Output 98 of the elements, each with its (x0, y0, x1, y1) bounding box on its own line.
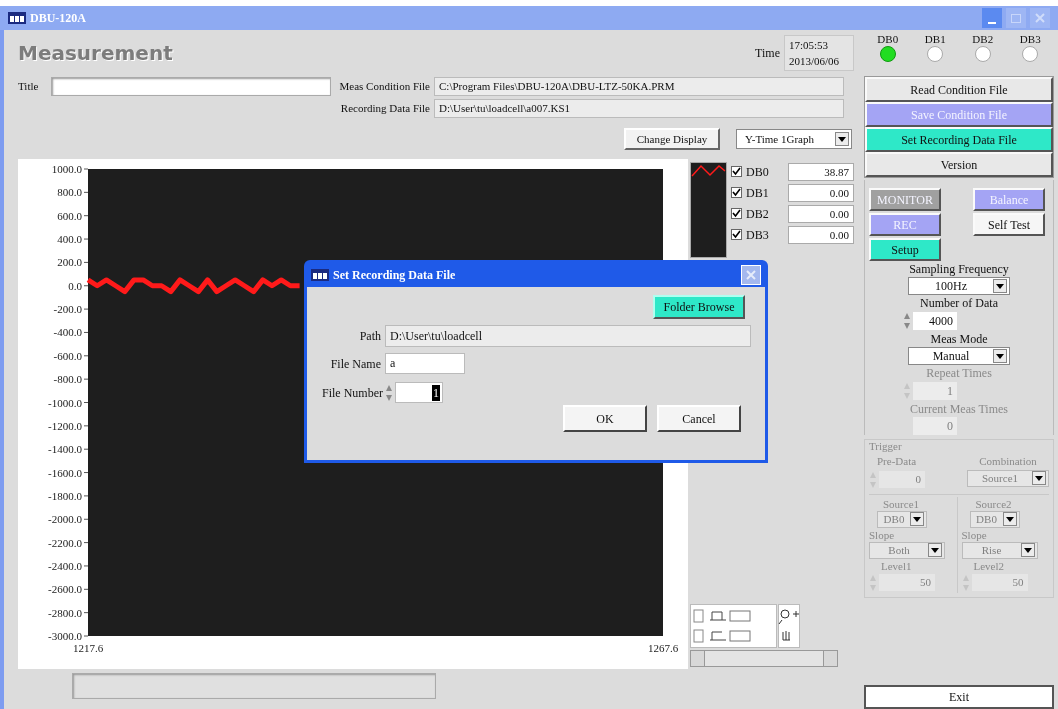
page-heading: Measurement (18, 39, 173, 67)
panel-button[interactable]: Setup (869, 238, 941, 261)
checkbox[interactable] (731, 229, 742, 240)
horizontal-scrollbar[interactable] (690, 650, 838, 667)
y-tick-label: -600.0 (53, 349, 82, 362)
y-tick-label: 600.0 (57, 209, 82, 222)
trigger-label: Source2 (975, 496, 1012, 511)
display-mode-dropdown[interactable]: Y-Time 1Graph (736, 129, 852, 149)
field-label: Meas Condition File (338, 78, 431, 94)
trigger-label: Level2 (973, 558, 1005, 573)
panel-button[interactable]: Self Test (973, 213, 1045, 236)
channel-value-field: 38.87 (788, 162, 854, 181)
app-logo-icon (8, 12, 26, 24)
field-label: Path (358, 328, 382, 345)
x-tick-label: 1217.6 (72, 642, 104, 654)
channel-label: DB3 (1019, 32, 1041, 46)
panel-button[interactable]: Read Condition File (865, 77, 1053, 102)
x-tick-label: 1267.6 (647, 642, 679, 654)
channel-label: DB2 (972, 32, 994, 46)
setting-label: Repeat Times (926, 365, 992, 381)
path-field[interactable]: D:\User\tu\loadcell (385, 325, 751, 347)
dialog-button[interactable]: Cancel (657, 405, 741, 432)
close-button[interactable] (741, 265, 761, 285)
window-title: DBU-120A (30, 10, 86, 27)
y-tick-label: -2000.0 (48, 513, 82, 526)
channel-label: DB0 (877, 32, 899, 46)
y-tick-label: -400.0 (53, 326, 82, 339)
group-label: Trigger (869, 440, 903, 453)
minimize-button[interactable] (982, 8, 1002, 28)
legend-line-icon (691, 163, 726, 177)
y-tick-label: -800.0 (53, 373, 82, 386)
y-tick-label: -2400.0 (48, 559, 82, 572)
checkbox[interactable] (731, 187, 742, 198)
y-tick-label: -1200.0 (48, 419, 82, 432)
y-tick-label: -2800.0 (48, 606, 82, 619)
time-display: 17:05:53 2013/06/06 (784, 34, 854, 71)
checkbox[interactable] (731, 166, 742, 177)
channel-label: DB2 (745, 205, 770, 223)
y-tick-label: 400.0 (57, 233, 82, 246)
channel-label: DB1 (745, 184, 770, 202)
setting-label: Number of Data (920, 295, 998, 311)
channel-value-field: 0.00 (788, 225, 854, 244)
trigger-label: Source1 (883, 496, 920, 511)
field-label: File Number (321, 384, 384, 402)
trigger-label: Combination (979, 454, 1037, 469)
file-name-field[interactable]: a (385, 353, 465, 374)
change-display-button[interactable]: Change Display (624, 128, 720, 150)
setting-label: Sampling Frequency (909, 261, 1009, 277)
channel-value-field: 0.00 (788, 183, 854, 202)
channel-label: DB1 (924, 32, 946, 46)
setting-dropdown[interactable]: Manual (908, 347, 1010, 365)
app-logo-icon (311, 269, 329, 281)
close-icon (746, 270, 756, 280)
spinner-arrows-icon[interactable] (903, 381, 911, 401)
recording-file-field[interactable]: D:\User\tu\loadcell\a007.KS1 (434, 98, 844, 118)
y-tick-label: -1400.0 (48, 443, 82, 456)
y-tick-label: -3000.0 (48, 630, 82, 642)
y-tick-label: -2200.0 (48, 536, 82, 549)
panel-button[interactable]: Set Recording Data File (865, 127, 1053, 152)
field-label: Title (18, 78, 40, 94)
y-tick-label: 1000.0 (51, 163, 82, 175)
y-tick-label: -2600.0 (48, 583, 82, 596)
y-tick-label: 800.0 (57, 186, 82, 199)
close-icon (1035, 13, 1045, 23)
spinner-arrows-icon[interactable] (903, 311, 911, 331)
trigger-label: Level1 (881, 558, 912, 573)
checkbox[interactable] (731, 208, 742, 219)
setting-dropdown[interactable]: 100Hz (908, 277, 1010, 295)
close-button[interactable] (1030, 8, 1050, 28)
dialog-title: Set Recording Data File (333, 267, 456, 284)
file-number-field[interactable]: 1 (395, 382, 443, 403)
maximize-button[interactable] (1006, 8, 1026, 28)
trigger-label: Pre-Data (877, 454, 917, 469)
trigger-label: Slope (961, 527, 987, 542)
channel-label: DB3 (745, 226, 770, 244)
setting-label: Current Meas Times (910, 401, 1008, 417)
dialog-button[interactable]: OK (563, 405, 647, 432)
channel-value-field: 0.00 (788, 204, 854, 223)
field-label: Recording Data File (339, 100, 431, 116)
field-label: File Name (329, 355, 382, 373)
y-tick-label: 200.0 (57, 256, 82, 269)
setting-label: Meas Mode (930, 331, 988, 347)
time-label: Time (755, 44, 780, 62)
graph-palette-drawing[interactable] (690, 604, 800, 648)
exit-button[interactable]: Exit (864, 685, 1054, 709)
y-tick-label: -1000.0 (48, 396, 82, 409)
y-tick-label: 0.0 (68, 279, 82, 292)
condition-file-field[interactable]: C:\Program Files\DBU-120A\DBU-LTZ-50KA.PRM (434, 76, 844, 96)
setting-spinner-field[interactable]: 4000 (913, 312, 957, 330)
channel-label: DB0 (745, 163, 770, 181)
y-tick-label: -1800.0 (48, 489, 82, 502)
trigger-label: Slope (869, 527, 895, 542)
y-tick-label: -1600.0 (48, 466, 82, 479)
folder-browse-button[interactable]: Folder Browse (653, 295, 745, 319)
panel-button[interactable]: Version (865, 152, 1053, 177)
title-field[interactable] (51, 76, 331, 96)
setting-readout: 0 (913, 417, 957, 435)
y-tick-label: -200.0 (53, 303, 82, 316)
